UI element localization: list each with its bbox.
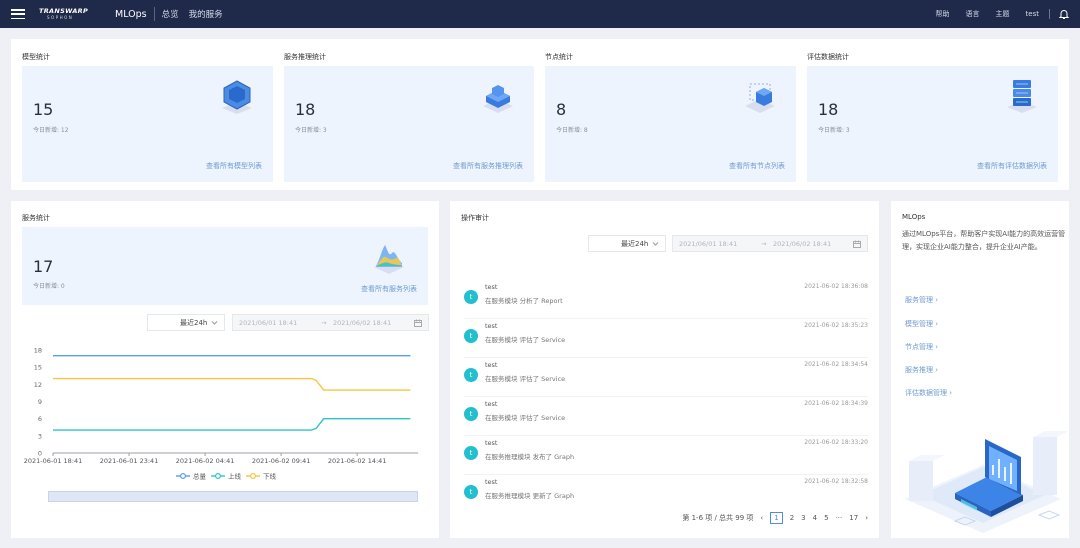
series-line	[53, 377, 411, 391]
next-page-icon[interactable]: ›	[865, 514, 868, 522]
pagination-summary: 第 1-6 项 / 总共 99 项	[682, 514, 754, 522]
pagination: 第 1-6 项 / 总共 99 项 ‹ 1 2 3 4 5 ··· 17 ›	[675, 512, 868, 524]
page-3[interactable]: 3	[801, 514, 805, 522]
calendar-icon	[853, 240, 861, 248]
legend-marker	[180, 473, 187, 480]
audit-time-range-select[interactable]: 最近24h	[588, 235, 666, 252]
date-to: 2021/06/02 18:41	[773, 239, 832, 248]
node-management-link[interactable]: 节点管理 ›	[905, 342, 938, 352]
mlops-panel: MLOps 通过MLOps平台，帮助客户实现AI能力的高效运营管理，实现企业AI…	[891, 201, 1069, 538]
audit-item[interactable]: t test 在服务模块 分析了 Report 2021-06-02 18:36…	[464, 280, 868, 319]
legend-marker	[250, 473, 257, 480]
service-inference-link[interactable]: 服务推理 ›	[905, 365, 938, 375]
audit-panel: 操作审计 最近24h 2021/06/01 18:41 → 2021/06/02…	[450, 201, 879, 538]
date-from: 2021/06/01 18:41	[679, 239, 738, 248]
audit-time: 2021-06-02 18:34:39	[804, 400, 868, 407]
mlops-description: 通过MLOps平台，帮助客户实现AI能力的高效运营管理，实现企业AI能力整合，提…	[902, 230, 1066, 251]
audit-date-range-picker[interactable]: 2021/06/01 18:41 → 2021/06/02 18:41	[672, 235, 868, 252]
y-tick-label: 6	[38, 415, 42, 423]
page-4[interactable]: 4	[813, 514, 817, 522]
page-5[interactable]: 5	[824, 514, 828, 522]
avatar: t	[464, 407, 478, 421]
eval-data-management-link[interactable]: 评估数据管理 ›	[905, 388, 952, 398]
arrow-right-icon: →	[761, 239, 767, 248]
mlops-title: MLOps	[902, 213, 926, 221]
avatar: t	[464, 446, 478, 460]
audit-action: 在服务推理模块 更新了 Graph	[485, 492, 575, 500]
time-range-value: 最近24h	[621, 239, 649, 248]
y-tick-label: 3	[38, 432, 42, 440]
x-tick-label: 2021-06-01 23:41	[100, 457, 159, 465]
audit-item[interactable]: t test 在服务推理模块 发布了 Graph 2021-06-02 18:3…	[464, 436, 868, 475]
y-tick-label: 18	[34, 347, 42, 355]
legend-label: 下线	[263, 472, 277, 481]
series-line	[53, 418, 411, 431]
audit-time: 2021-06-02 18:36:08	[804, 283, 868, 290]
y-tick-label: 15	[34, 364, 42, 372]
page-17[interactable]: 17	[849, 514, 858, 522]
audit-time: 2021-06-02 18:33:20	[804, 439, 868, 446]
chevron-down-icon	[652, 242, 659, 246]
audit-action: 在服务模块 评估了 Service	[485, 336, 566, 344]
model-management-link[interactable]: 模型管理 ›	[905, 319, 938, 329]
prev-page-icon[interactable]: ‹	[760, 514, 763, 522]
legend-marker	[215, 473, 222, 480]
laptop-illustration	[905, 431, 1067, 533]
avatar: t	[464, 368, 478, 382]
page-ellipsis[interactable]: ···	[836, 514, 843, 522]
audit-item[interactable]: t test 在服务模块 评估了 Service 2021-06-02 18:3…	[464, 319, 868, 358]
avatar: t	[464, 290, 478, 304]
audit-time: 2021-06-02 18:32:58	[804, 478, 868, 485]
audit-user: test	[485, 400, 498, 408]
chart-scrollbar[interactable]	[48, 491, 418, 502]
x-tick-label: 2021-06-02 04:41	[176, 457, 235, 465]
avatar: t	[464, 485, 478, 499]
audit-user: test	[485, 283, 498, 291]
legend-label: 上线	[228, 472, 242, 481]
y-tick-label: 12	[34, 381, 42, 389]
audit-item[interactable]: t test 在服务模块 评估了 Service 2021-06-02 18:3…	[464, 397, 868, 436]
legend-label: 总量	[193, 472, 207, 481]
x-tick-label: 2021-06-02 09:41	[252, 457, 311, 465]
audit-user: test	[485, 361, 498, 369]
audit-item[interactable]: t test 在服务推理模块 更新了 Graph 2021-06-02 18:3…	[464, 475, 868, 514]
audit-item[interactable]: t test 在服务模块 评估了 Service 2021-06-02 18:3…	[464, 358, 868, 397]
avatar: t	[464, 329, 478, 343]
page-2[interactable]: 2	[790, 514, 794, 522]
x-tick-label: 2021-06-02 14:41	[328, 457, 387, 465]
audit-user: test	[485, 322, 498, 330]
page-1[interactable]: 1	[770, 512, 783, 524]
audit-user: test	[485, 439, 498, 447]
audit-action: 在服务模块 评估了 Service	[485, 375, 566, 383]
audit-action: 在服务推理模块 发布了 Graph	[485, 453, 575, 461]
audit-action: 在服务模块 评估了 Service	[485, 414, 566, 422]
y-tick-label: 9	[38, 398, 42, 406]
audit-user: test	[485, 478, 498, 486]
service-management-link[interactable]: 服务管理 ›	[905, 295, 938, 305]
audit-time: 2021-06-02 18:35:23	[804, 322, 868, 329]
audit-time: 2021-06-02 18:34:54	[804, 361, 868, 368]
audit-action: 在服务模块 分析了 Report	[485, 297, 563, 305]
audit-title: 操作审计	[461, 214, 489, 222]
x-tick-label: 2021-06-01 18:41	[24, 457, 83, 465]
